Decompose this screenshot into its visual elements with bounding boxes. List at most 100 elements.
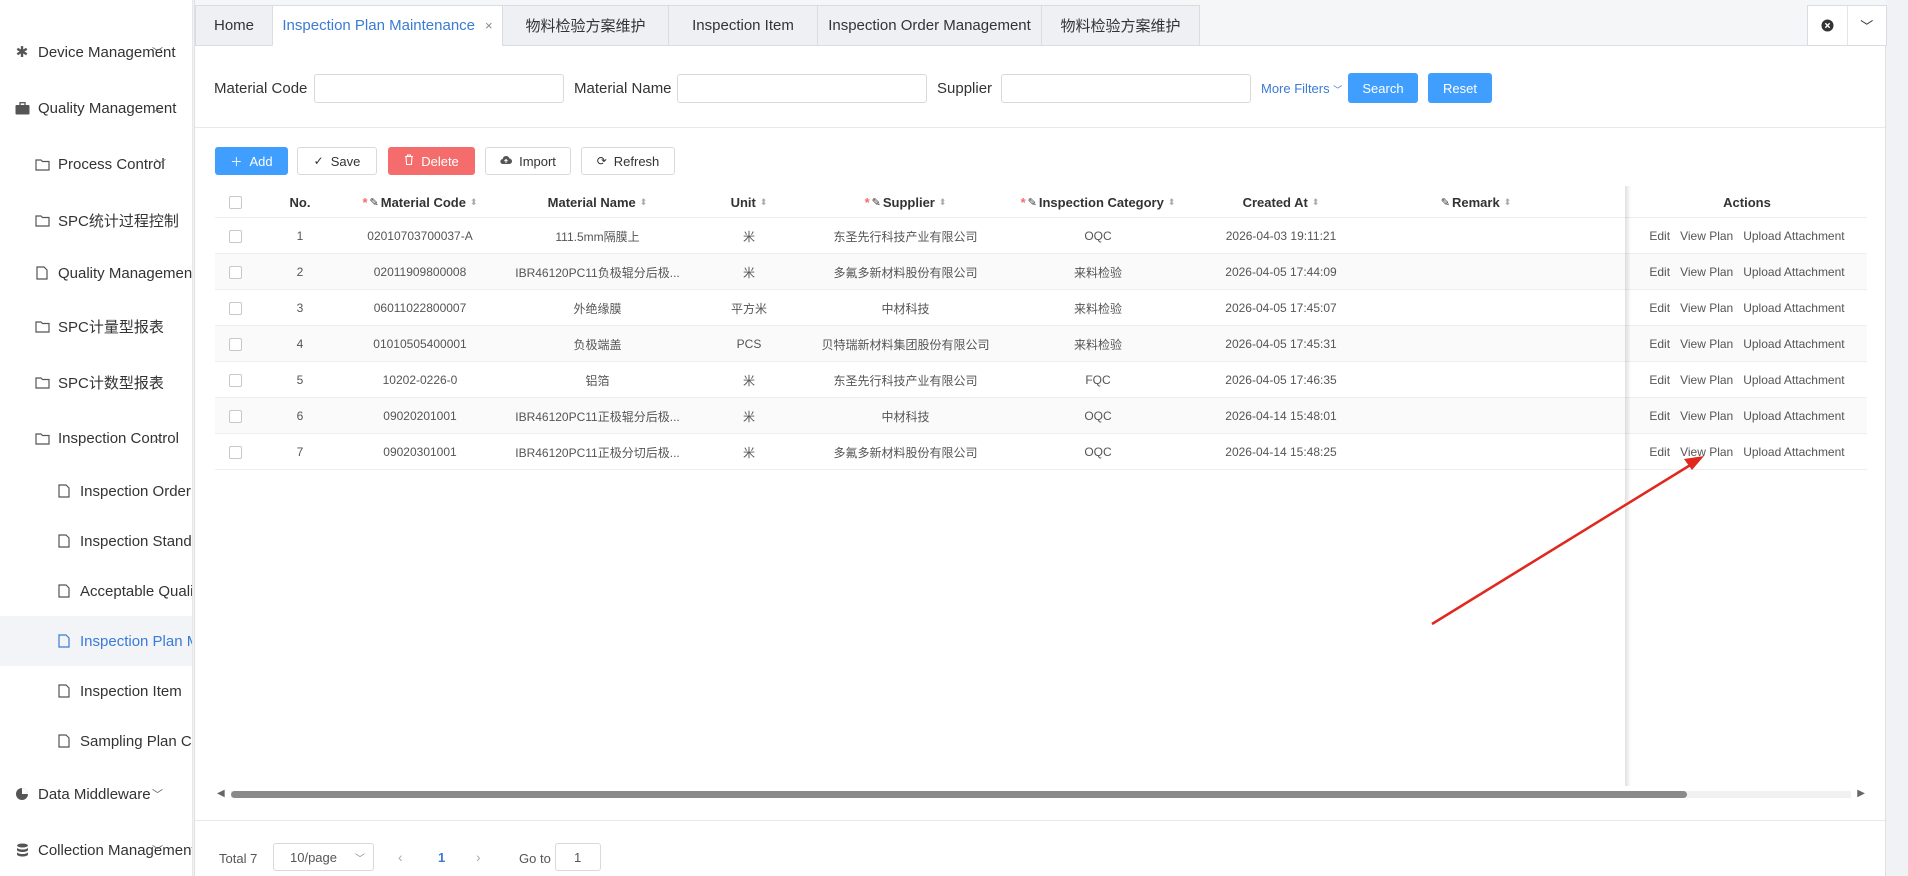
select-all-checkbox[interactable] bbox=[215, 186, 255, 218]
close-all-icon[interactable] bbox=[1808, 6, 1848, 45]
tab-material-inspection-plan-2[interactable]: 物料检验方案维护 bbox=[1041, 5, 1200, 46]
row-checkbox[interactable] bbox=[215, 362, 255, 398]
header-remark[interactable]: ✎ Remark ⬍ bbox=[1379, 186, 1573, 218]
table-row[interactable]: 5 10202-0226-0 铝箔 米 东圣先行科技产业有限公司 FQC 2026-04-0… bbox=[215, 362, 1867, 398]
checkbox[interactable] bbox=[228, 409, 242, 423]
more-filters-link[interactable]: More Filters ﹀ bbox=[1261, 81, 1342, 96]
sort-icon[interactable]: ⬍ bbox=[640, 197, 648, 208]
tab-inspection-plan-maintenance[interactable]: Inspection Plan Maintenance × bbox=[272, 5, 503, 46]
view-plan-link[interactable]: View Plan bbox=[1680, 409, 1733, 423]
reset-button[interactable]: Reset bbox=[1428, 73, 1492, 103]
sort-icon[interactable]: ⬍ bbox=[470, 197, 478, 208]
header-material-code[interactable]: * ✎ Material Code ⬍ bbox=[345, 186, 495, 218]
table-row[interactable]: 4 01010505400001 负极端盖 PCS 贝特瑞新材料集团股份有限公司 来料检验… bbox=[215, 326, 1867, 362]
save-button[interactable]: ✓ Save bbox=[297, 147, 377, 175]
current-page[interactable]: 1 bbox=[438, 850, 445, 865]
search-button[interactable]: Search bbox=[1348, 73, 1418, 103]
material-code-input[interactable] bbox=[314, 74, 564, 103]
sidebar-item-acceptable-quality[interactable]: Acceptable Quality bbox=[0, 566, 192, 616]
tab-inspection-order-management[interactable]: Inspection Order Management bbox=[817, 5, 1042, 46]
sidebar-item-quality-management[interactable]: Quality Management ︿ bbox=[0, 83, 192, 133]
row-checkbox[interactable] bbox=[215, 218, 255, 254]
checkbox[interactable] bbox=[228, 373, 242, 387]
prev-page-icon[interactable]: ‹ bbox=[398, 849, 403, 865]
goto-page-input[interactable]: 1 bbox=[555, 843, 601, 871]
checkbox[interactable] bbox=[228, 229, 242, 243]
sidebar-item-quality-management-i[interactable]: Quality Management I bbox=[0, 248, 192, 298]
checkbox[interactable] bbox=[228, 301, 242, 315]
upload-attachment-link[interactable]: Upload Attachment bbox=[1743, 337, 1844, 351]
horizontal-scrollbar[interactable]: ◀ ▶ bbox=[215, 787, 1867, 799]
checkbox[interactable] bbox=[228, 265, 242, 279]
tab-inspection-item[interactable]: Inspection Item bbox=[668, 5, 818, 46]
view-plan-link[interactable]: View Plan bbox=[1680, 445, 1733, 459]
table-row[interactable]: 2 02011909800008 IBR46120PC11负极辊分后极... 米 多氟多… bbox=[215, 254, 1867, 290]
view-plan-link[interactable]: View Plan bbox=[1680, 265, 1733, 279]
table-row[interactable]: 3 06011022800007 外绝缘膜 平方米 中材科技 来料检验 2026-04-05… bbox=[215, 290, 1867, 326]
sidebar-item-device-management[interactable]: ✱ Device Management ﹀ bbox=[0, 27, 192, 77]
edit-link[interactable]: Edit bbox=[1649, 409, 1670, 423]
row-checkbox[interactable] bbox=[215, 326, 255, 362]
edit-link[interactable]: Edit bbox=[1649, 445, 1670, 459]
tab-home[interactable]: Home bbox=[195, 5, 273, 46]
row-checkbox[interactable] bbox=[215, 398, 255, 434]
edit-link[interactable]: Edit bbox=[1649, 265, 1670, 279]
upload-attachment-link[interactable]: Upload Attachment bbox=[1743, 373, 1844, 387]
upload-attachment-link[interactable]: Upload Attachment bbox=[1743, 265, 1844, 279]
edit-link[interactable]: Edit bbox=[1649, 337, 1670, 351]
sort-icon[interactable]: ⬍ bbox=[1504, 197, 1512, 208]
upload-attachment-link[interactable]: Upload Attachment bbox=[1743, 409, 1844, 423]
header-unit[interactable]: Unit ⬍ bbox=[700, 186, 798, 218]
view-plan-link[interactable]: View Plan bbox=[1680, 373, 1733, 387]
sort-icon[interactable]: ⬍ bbox=[1168, 197, 1176, 208]
supplier-input[interactable] bbox=[1001, 74, 1251, 103]
sort-icon[interactable]: ⬍ bbox=[760, 197, 768, 208]
refresh-button[interactable]: ⟳ Refresh bbox=[581, 147, 675, 175]
checkbox[interactable] bbox=[228, 445, 242, 459]
view-plan-link[interactable]: View Plan bbox=[1680, 301, 1733, 315]
close-icon[interactable]: × bbox=[485, 18, 493, 33]
page-size-select[interactable]: 10/page ﹀ bbox=[273, 843, 374, 871]
material-name-input[interactable] bbox=[677, 74, 927, 103]
sidebar-item-inspection-order[interactable]: Inspection Order M bbox=[0, 466, 192, 516]
scroll-left-icon[interactable]: ◀ bbox=[217, 788, 225, 799]
sidebar-item-collection-management[interactable]: Collection Management ﹀ bbox=[0, 825, 192, 875]
row-checkbox[interactable] bbox=[215, 434, 255, 470]
header-supplier[interactable]: * ✎ Supplier ⬍ bbox=[798, 186, 1013, 218]
sidebar-item-process-control[interactable]: Process Control ﹀ bbox=[0, 139, 192, 189]
sidebar-item-spc-attribute-report[interactable]: SPC计数型报表 ﹀ bbox=[0, 357, 192, 407]
scrollbar-thumb[interactable] bbox=[231, 791, 1687, 798]
scroll-right-icon[interactable]: ▶ bbox=[1857, 788, 1865, 799]
tab-material-inspection-plan[interactable]: 物料检验方案维护 bbox=[502, 5, 669, 46]
delete-button[interactable]: Delete bbox=[388, 147, 475, 175]
sidebar-item-inspection-control[interactable]: Inspection Control ︿ bbox=[0, 413, 192, 463]
edit-link[interactable]: Edit bbox=[1649, 373, 1670, 387]
header-created-at[interactable]: Created At ⬍ bbox=[1183, 186, 1379, 218]
sidebar-item-inspection-plan[interactable]: Inspection Plan Ma bbox=[0, 616, 192, 666]
table-row[interactable]: 7 09020301001 IBR46120PC11正极分切后极... 米 多氟多新材料… bbox=[215, 434, 1867, 470]
row-checkbox[interactable] bbox=[215, 290, 255, 326]
next-page-icon[interactable]: › bbox=[476, 849, 481, 865]
edit-link[interactable]: Edit bbox=[1649, 301, 1670, 315]
sidebar-item-inspection-standard[interactable]: Inspection Standar bbox=[0, 516, 192, 566]
sidebar-item-data-middleware[interactable]: Data Middleware ﹀ bbox=[0, 769, 192, 819]
upload-attachment-link[interactable]: Upload Attachment bbox=[1743, 445, 1844, 459]
view-plan-link[interactable]: View Plan bbox=[1680, 337, 1733, 351]
header-inspection-category[interactable]: * ✎ Inspection Category ⬍ bbox=[1013, 186, 1183, 218]
chevron-down-icon[interactable]: ﹀ bbox=[1848, 6, 1887, 45]
edit-link[interactable]: Edit bbox=[1649, 229, 1670, 243]
row-checkbox[interactable] bbox=[215, 254, 255, 290]
import-button[interactable]: Import bbox=[485, 147, 571, 175]
sort-icon[interactable]: ⬍ bbox=[939, 197, 947, 208]
sidebar-item-inspection-item[interactable]: Inspection Item bbox=[0, 666, 192, 716]
view-plan-link[interactable]: View Plan bbox=[1680, 229, 1733, 243]
sidebar-item-sampling-plan[interactable]: Sampling Plan Con bbox=[0, 716, 192, 766]
header-material-name[interactable]: Material Name ⬍ bbox=[495, 186, 700, 218]
table-row[interactable]: 6 09020201001 IBR46120PC11正极辊分后极... 米 中材科技 OQ… bbox=[215, 398, 1867, 434]
sidebar-item-spc-variable-report[interactable]: SPC计量型报表 ﹀ bbox=[0, 301, 192, 351]
sidebar-item-spc-process-control[interactable]: SPC统计过程控制 bbox=[0, 195, 192, 245]
sort-icon[interactable]: ⬍ bbox=[1312, 197, 1320, 208]
upload-attachment-link[interactable]: Upload Attachment bbox=[1743, 301, 1844, 315]
table-row[interactable]: 1 02010703700037-A 111.5mm隔膜上 米 东圣先行科技产业有限公司… bbox=[215, 218, 1867, 254]
upload-attachment-link[interactable]: Upload Attachment bbox=[1743, 229, 1844, 243]
